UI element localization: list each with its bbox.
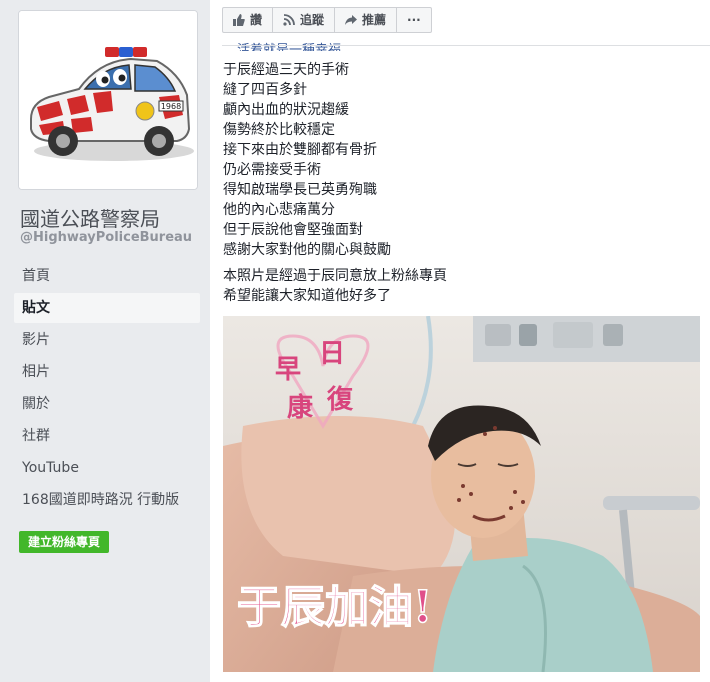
nav-youtube[interactable]: YouTube — [14, 453, 200, 483]
profile-picture[interactable]: 1968 — [18, 10, 198, 190]
header-divider — [222, 45, 710, 46]
page-username[interactable]: @HighwayPoliceBureau — [20, 230, 192, 245]
main-content: 讚 追蹤 推薦 ··· …活着就是一種幸福 于辰經過三天的手術 縫了四百多針 顱… — [210, 0, 710, 682]
nav-community[interactable]: 社群 — [14, 421, 200, 451]
left-sidebar: 1968 國道公路警察局 @HighwayPoliceBureau 首頁 貼文 … — [0, 0, 210, 682]
post-line: 顱內出血的狀況趨緩 — [223, 102, 349, 118]
nav-home[interactable]: 首頁 — [14, 261, 200, 291]
share-button[interactable]: 推薦 — [334, 7, 398, 33]
thumbs-up-icon — [233, 14, 245, 26]
page-title[interactable]: 國道公路警察局 — [20, 203, 160, 232]
post-line: 于辰經過三天的手術 — [223, 62, 349, 78]
post-line: 傷勢終於比較穩定 — [223, 122, 335, 138]
overlay-char-2: 日 — [319, 339, 345, 369]
nav-about[interactable]: 關於 — [14, 389, 200, 419]
overlay-char-1: 早 — [275, 355, 301, 385]
more-options-button[interactable]: ··· — [396, 7, 432, 33]
post-line: 得知啟瑞學長已英勇殉職 — [223, 182, 377, 198]
follow-label: 追蹤 — [300, 13, 325, 27]
overlay-cheer-text: 于辰加油! — [237, 582, 432, 633]
post-line: 希望能讓大家知道他好多了 — [223, 288, 391, 304]
nav-photos[interactable]: 相片 — [14, 357, 200, 387]
nav-videos[interactable]: 影片 — [14, 325, 200, 355]
post-line: 但于辰說他會堅強面對 — [223, 222, 363, 238]
nav-posts[interactable]: 貼文 — [14, 293, 200, 323]
like-label: 讚 — [250, 13, 263, 27]
post-line: 他的內心悲痛萬分 — [223, 202, 335, 218]
rss-follow-icon — [283, 14, 295, 26]
overlay-char-4: 復 — [326, 384, 354, 415]
plate-text-layer: 1968 — [161, 102, 181, 111]
post-body: 于辰經過三天的手術 縫了四百多針 顱內出血的狀況趨緩 傷勢終於比較穩定 接下來由… — [223, 60, 703, 306]
post-photo[interactable]: 早 日 康 復 于辰加油! — [223, 316, 700, 672]
more-icon: ··· — [407, 13, 421, 27]
post-line: 接下來由於雙腳都有骨折 — [223, 142, 377, 158]
post-line: 仍必需接受手術 — [223, 162, 321, 178]
post-line: 縫了四百多針 — [223, 82, 307, 98]
post-line: 感謝大家對他的關心與鼓勵 — [223, 242, 391, 258]
overlay-char-3: 康 — [287, 392, 314, 423]
share-label: 推薦 — [362, 13, 387, 27]
page-navigation: 首頁 貼文 影片 相片 關於 社群 YouTube 168國道即時路況 行動版 — [14, 261, 200, 517]
nav-traffic-app[interactable]: 168國道即時路況 行動版 — [14, 485, 200, 515]
like-button[interactable]: 讚 — [222, 7, 274, 33]
follow-button[interactable]: 追蹤 — [272, 7, 336, 33]
create-page-button[interactable]: 建立粉絲專頁 — [19, 531, 110, 553]
post-line: 本照片是經過于辰同意放上粉絲專頁 — [223, 268, 447, 284]
share-arrow-icon — [345, 15, 358, 25]
photo-overlay-text: 早 日 康 復 于辰加油! — [236, 339, 433, 634]
car-plate-number: 1968 — [161, 102, 181, 111]
page-action-bar: 讚 追蹤 推薦 ··· — [222, 7, 432, 33]
